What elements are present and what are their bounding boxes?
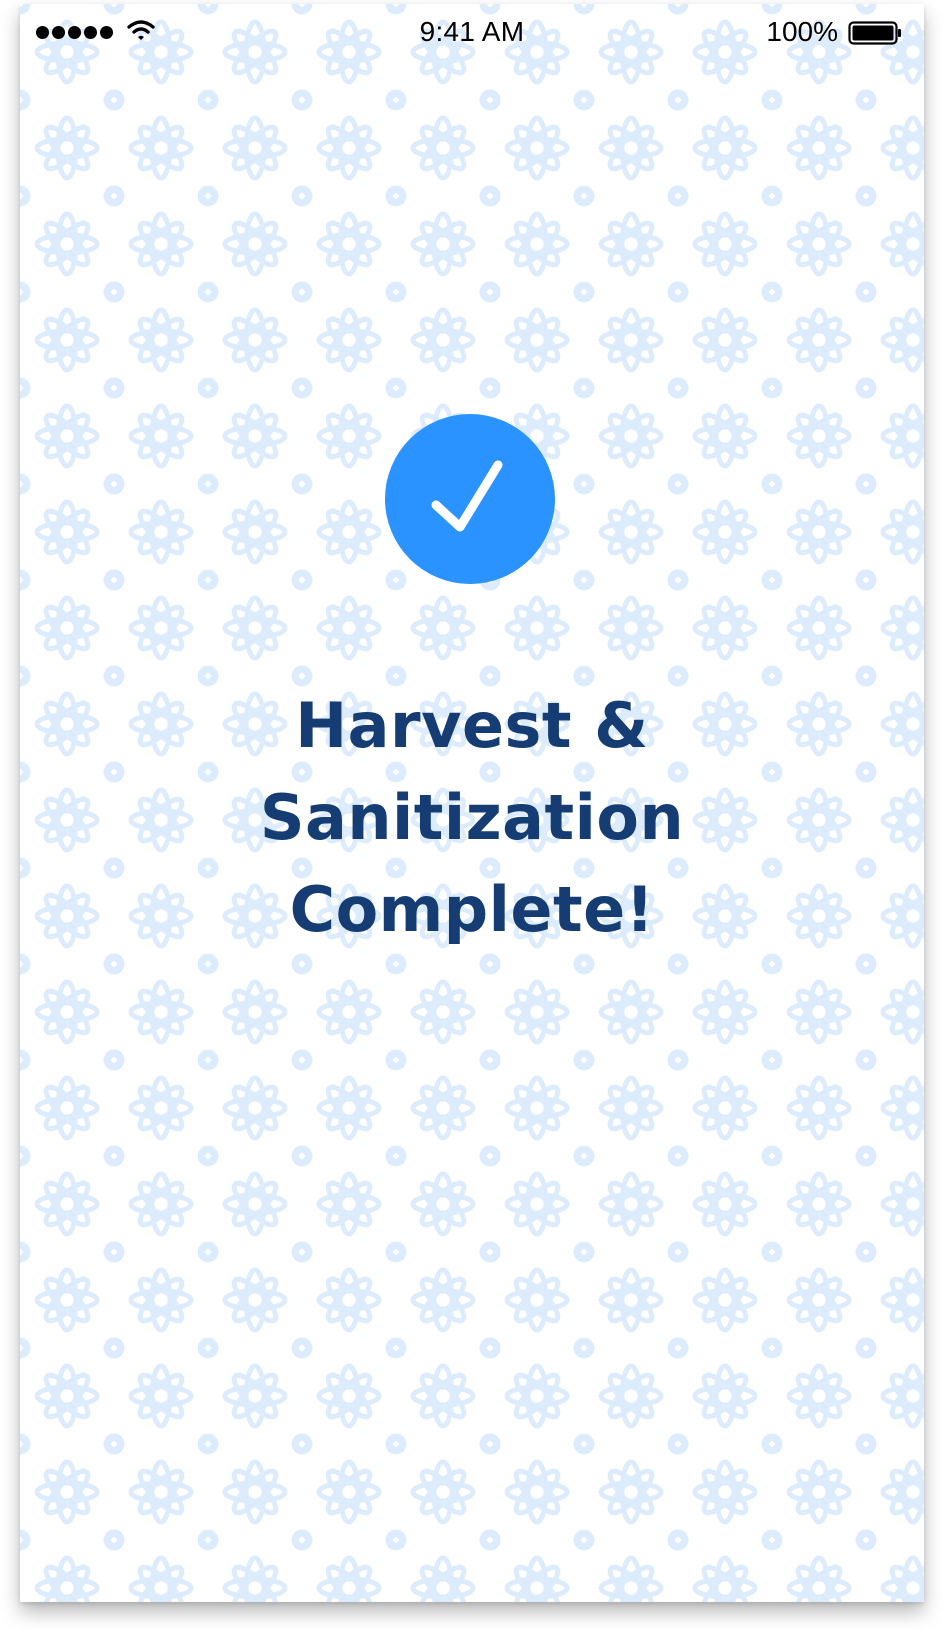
title-line-2: Sanitization (259, 781, 685, 854)
screen-canvas: 9:41 AM 100% Harvest & Sanitization Comp… (0, 0, 948, 1648)
checkmark-icon (431, 460, 503, 532)
title-line-1: Harvest & (295, 689, 649, 762)
phone-screen: 9:41 AM 100% Harvest & Sanitization Comp… (20, 4, 924, 1602)
battery-percent: 100% (766, 16, 838, 47)
battery-icon (848, 21, 901, 45)
title-line-3: Complete! (289, 873, 655, 946)
completion-title: Harvest & Sanitization Complete! (172, 680, 772, 956)
success-badge (385, 414, 555, 584)
status-bar: 9:41 AM 100% (20, 4, 924, 60)
